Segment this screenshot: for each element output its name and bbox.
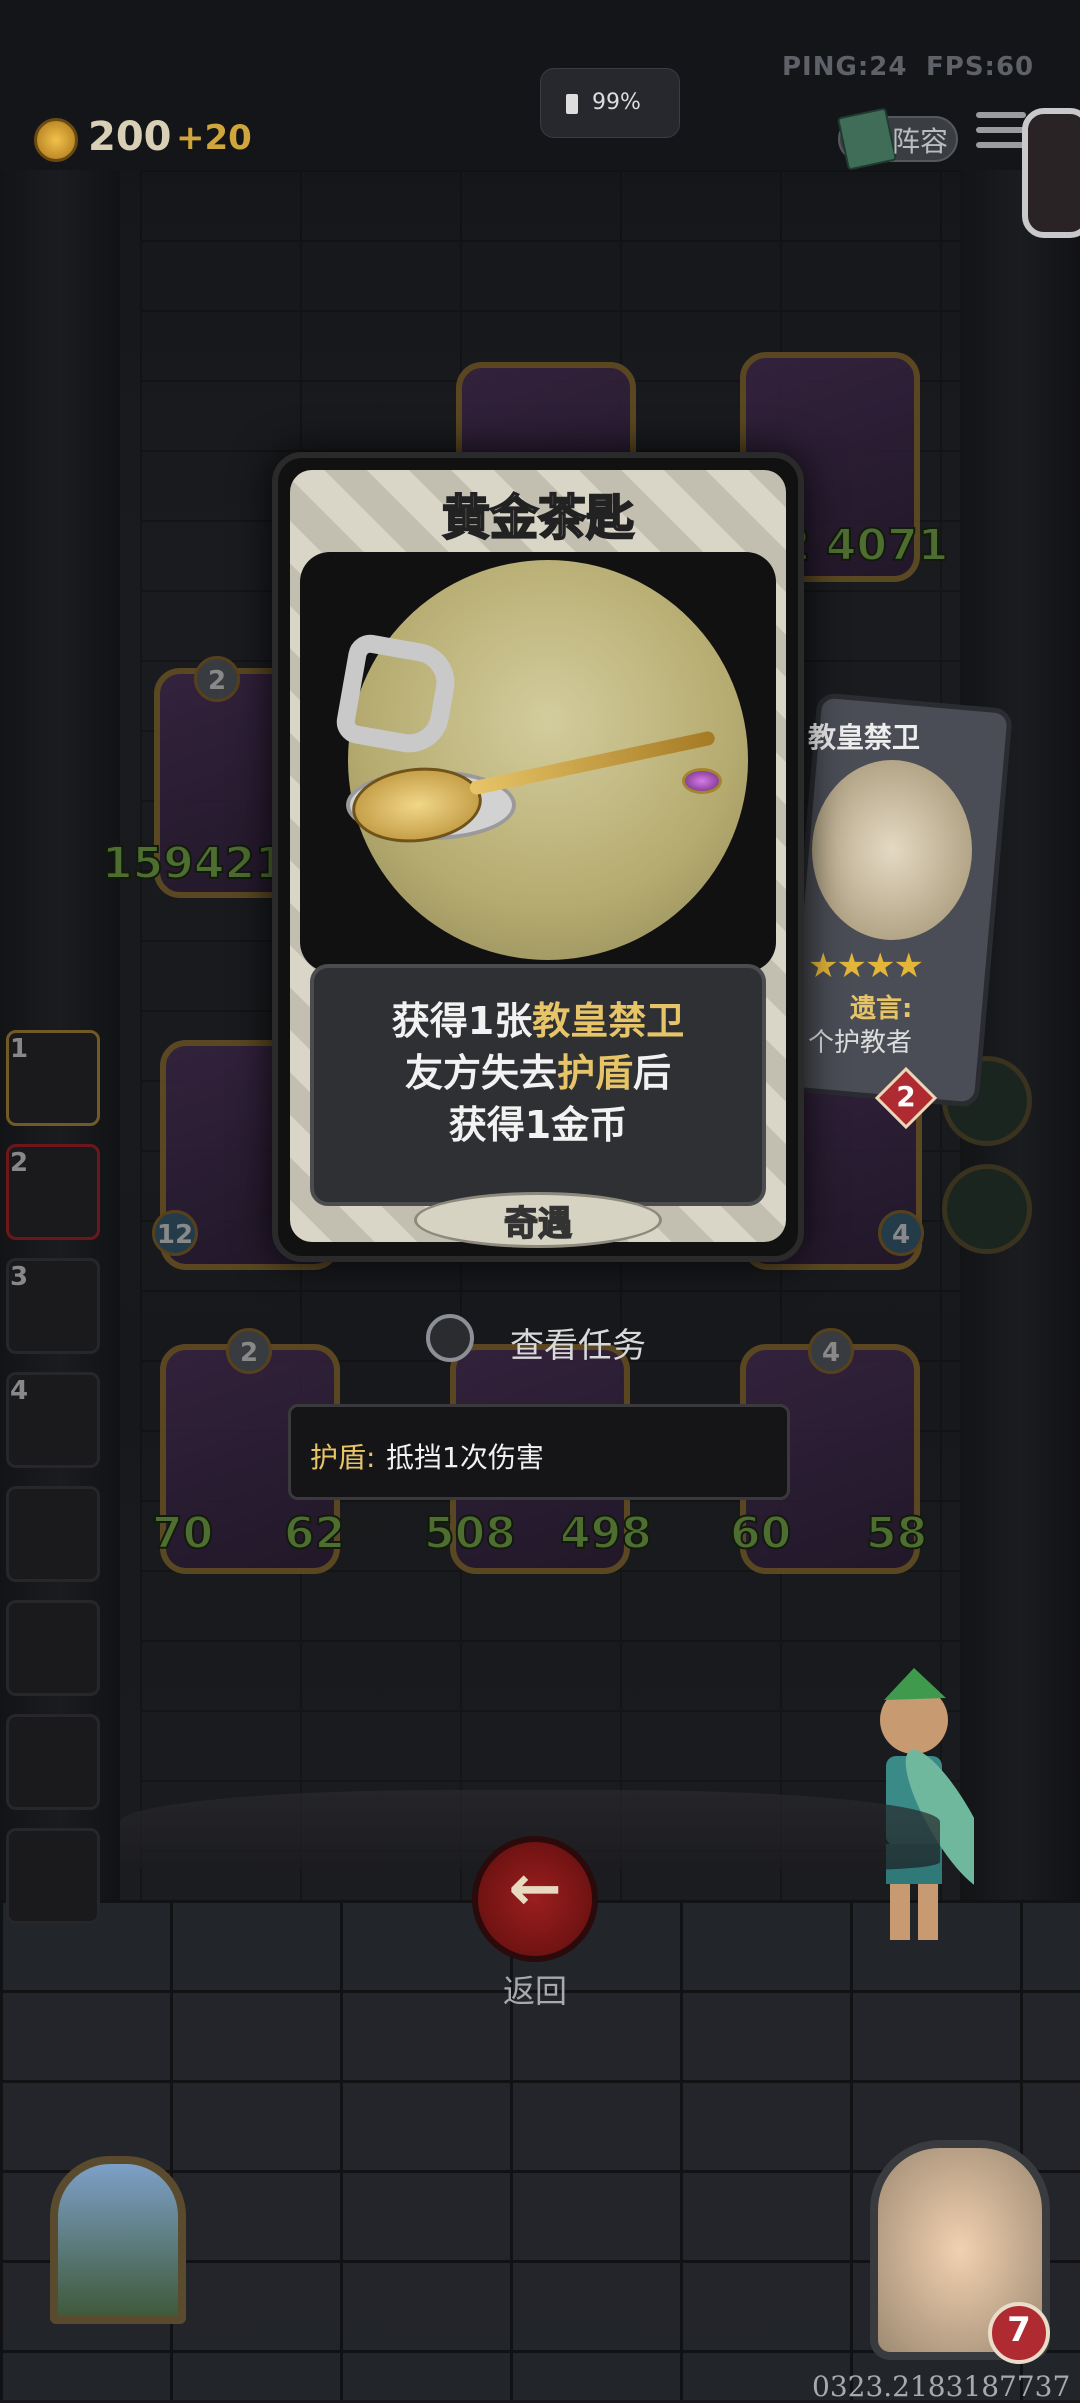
shop-door-button[interactable] [50, 2156, 186, 2324]
preview-card-title: 教皇禁卫 [808, 721, 921, 754]
menu-icon[interactable] [976, 112, 1026, 152]
legacy-text: 个护教者 [808, 1028, 913, 1058]
battery-icon [566, 94, 578, 114]
gold-coin-icon [34, 118, 78, 162]
papal-guard-portrait [812, 760, 972, 940]
rarity-label: 奇遇 [503, 1203, 573, 1245]
cost-value: 2 [896, 1080, 916, 1113]
view-tasks-label[interactable]: 查看任务 [510, 1318, 646, 1367]
gold-amount: 200 [88, 114, 172, 160]
build-id: 0323.2183187737 [812, 2370, 1071, 2403]
lineup-label: 阵容 [892, 125, 949, 158]
tooltip-text: 抵挡1次伤害 [386, 1441, 544, 1474]
ping-readout: PING:24 [782, 52, 908, 82]
arrow-left-icon: ← [508, 1852, 562, 1926]
battery-percent: 99% [592, 90, 641, 115]
floating-app-button[interactable] [1022, 108, 1080, 238]
player-level: 7 [1007, 2310, 1031, 2350]
desc-line-3: 获得1金币 [448, 1103, 628, 1147]
desc-line-1: 获得1张教皇禁卫 [391, 999, 685, 1043]
fps-readout: FPS:60 [926, 52, 1035, 82]
return-label: 返回 [502, 1972, 567, 2010]
legacy-label: 遗言: [850, 994, 913, 1024]
desc-line-2: 友方失去护盾后 [404, 1051, 672, 1095]
view-tasks-radio[interactable] [426, 1314, 474, 1362]
tooltip-keyword: 护盾: [310, 1441, 376, 1474]
gold-income: +20 [176, 118, 252, 158]
reward-card-title: 黄金茶匙 [441, 489, 635, 547]
card-art-background [348, 560, 748, 960]
book-icon [836, 107, 898, 171]
star-rating: ★★★★ [808, 946, 924, 986]
amethyst-gem-icon [682, 768, 722, 794]
